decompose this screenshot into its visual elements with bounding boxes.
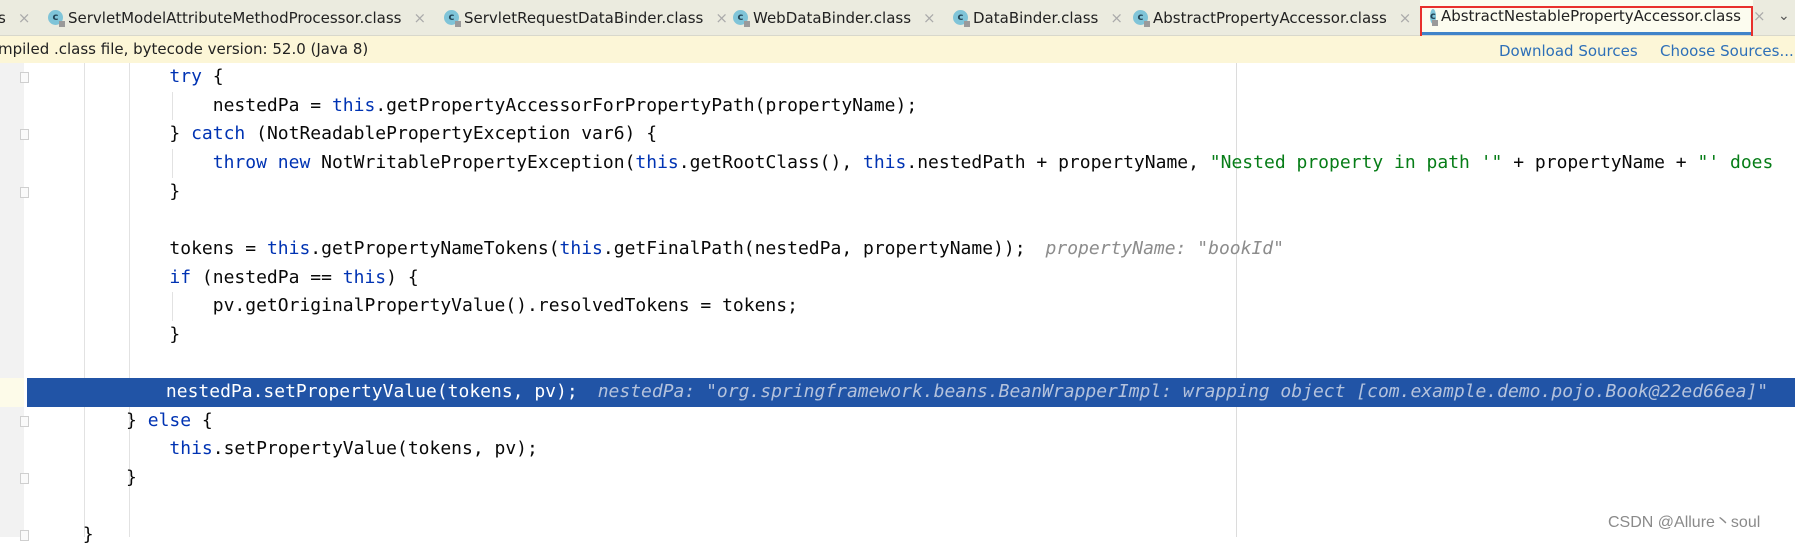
code-token: }	[82, 524, 94, 546]
code-line[interactable]: pv.getOriginalPropertyValue().resolvedTo…	[0, 292, 1795, 321]
keyword: this	[635, 151, 679, 173]
code-token: NotWritablePropertyException(	[310, 151, 636, 173]
code-line[interactable]: }	[0, 178, 1795, 207]
code-line[interactable]: }	[0, 321, 1795, 350]
tab-label: ServletModelAttributeMethodProcessor.cla…	[68, 8, 402, 27]
code-token: (nestedPa ==	[191, 266, 343, 288]
tab-label: ServletRequestDataBinder.class	[464, 8, 704, 27]
code-token: .setPropertyValue(tokens, pv);	[212, 438, 538, 460]
code-token: }	[126, 409, 148, 431]
code-line[interactable]	[0, 206, 1795, 235]
inline-debug-value-hint: propertyName: "bookId"	[1045, 237, 1284, 259]
current-line-gutter	[0, 378, 24, 407]
keyword: try	[169, 66, 202, 87]
close-tab-icon[interactable]: ×	[18, 9, 31, 27]
keyword: new	[277, 151, 311, 173]
class-icon: c	[733, 10, 750, 27]
code-token: + propertyName +	[1502, 151, 1698, 173]
close-tab-icon[interactable]: ×	[413, 9, 426, 27]
choose-sources-link[interactable]: Choose Sources...	[1660, 42, 1794, 60]
code-line[interactable]: if (nestedPa == this) {	[0, 264, 1795, 293]
code-token: }	[126, 467, 137, 489]
code-token: pv.getOriginalPropertyValue().resolvedTo…	[212, 295, 798, 317]
code-token: .getPropertyAccessorForPropertyPath(prop…	[375, 94, 918, 116]
inline-debug-value-hint: nestedPa: "org.springframework.beans.Bea…	[597, 381, 1769, 403]
string-literal: "Nested property in path '"	[1209, 151, 1503, 173]
code-token: nestedPa =	[212, 94, 332, 116]
code-line[interactable]: tokens = this.getPropertyNameTokens(this…	[0, 235, 1795, 264]
close-tab-icon[interactable]: ×	[715, 9, 728, 27]
code-line[interactable]: try {	[0, 63, 1795, 92]
code-token: }	[169, 123, 192, 145]
code-token: }	[169, 323, 181, 345]
tab-label: WebDataBinder.class	[753, 8, 912, 27]
keyword: this	[863, 151, 907, 173]
class-icon: c	[48, 10, 65, 27]
code-line-current[interactable]: nestedPa.setPropertyValue(tokens, pv); ne…	[27, 378, 1795, 407]
code-line[interactable]: }	[0, 521, 1795, 550]
keyword: else	[147, 409, 192, 431]
class-icon: c	[1133, 10, 1150, 27]
code-line[interactable]: throw new NotWritablePropertyException(t…	[0, 149, 1795, 178]
code-token: tokens =	[169, 237, 267, 259]
watermark: CSDN @Allure丶soul	[1608, 514, 1761, 531]
keyword: this	[342, 266, 387, 288]
code-line[interactable]: } catch (NotReadablePropertyException va…	[0, 120, 1795, 149]
code-token: .nestedPath + propertyName,	[906, 151, 1210, 173]
close-tab-icon[interactable]: ×	[1753, 7, 1766, 25]
tab-label: AbstractPropertyAccessor.class	[1153, 8, 1387, 27]
tab-2[interactable]: c ServletModelAttributeMethodProcessor.cl…	[48, 0, 426, 35]
keyword: catch	[191, 123, 246, 145]
string-literal: "' does	[1697, 151, 1774, 173]
download-sources-link[interactable]: Download Sources	[1499, 42, 1638, 60]
code-token: (NotReadablePropertyException var6) {	[245, 123, 658, 145]
class-icon: c	[953, 10, 970, 27]
keyword: this	[331, 94, 376, 116]
code-line[interactable]	[0, 350, 1795, 379]
decompiled-notice-banner: mpiled .class file, bytecode version: 52…	[0, 36, 1795, 63]
keyword: this	[169, 438, 213, 460]
close-tab-icon[interactable]: ×	[1110, 9, 1123, 27]
more-tabs-chevron-icon[interactable]: ⌄	[1778, 8, 1790, 24]
keyword: this	[266, 237, 311, 259]
keyword: if	[169, 266, 192, 288]
code-line[interactable]: nestedPa = this.getPropertyAccessorForPr…	[0, 92, 1795, 121]
close-tab-icon[interactable]: ×	[923, 9, 936, 27]
code-token: .getRootClass(),	[678, 151, 863, 173]
tab-1[interactable]: s ×	[0, 0, 30, 35]
code-token: .getPropertyNameTokens(	[310, 237, 560, 259]
keyword: this	[559, 237, 603, 259]
tab-label: s	[0, 8, 6, 27]
code-token: ) {	[386, 266, 419, 288]
tab-6[interactable]: c AbstractPropertyAccessor.class ×	[1133, 0, 1411, 35]
code-token: {	[191, 409, 213, 431]
tab-4[interactable]: c WebDataBinder.class ×	[733, 0, 936, 35]
code-line[interactable]	[0, 493, 1795, 522]
code-line[interactable]: this.setPropertyValue(tokens, pv);	[0, 435, 1795, 464]
code-token: .getFinalPath(nestedPa, propertyName));	[602, 237, 1026, 259]
tab-label: DataBinder.class	[973, 8, 1099, 27]
class-icon: c	[444, 10, 461, 27]
code-line[interactable]: } else {	[0, 407, 1795, 436]
code-line[interactable]: }	[0, 464, 1795, 493]
close-tab-icon[interactable]: ×	[1399, 9, 1412, 27]
code-token: }	[169, 180, 181, 202]
keyword: throw	[212, 151, 267, 173]
banner-message: mpiled .class file, bytecode version: 52…	[0, 40, 369, 58]
tab-5[interactable]: c DataBinder.class ×	[953, 0, 1123, 35]
code-token: nestedPa.setPropertyValue(tokens, pv);	[165, 381, 578, 403]
tab-3[interactable]: c ServletRequestDataBinder.class ×	[444, 0, 728, 35]
code-token: {	[212, 66, 224, 87]
